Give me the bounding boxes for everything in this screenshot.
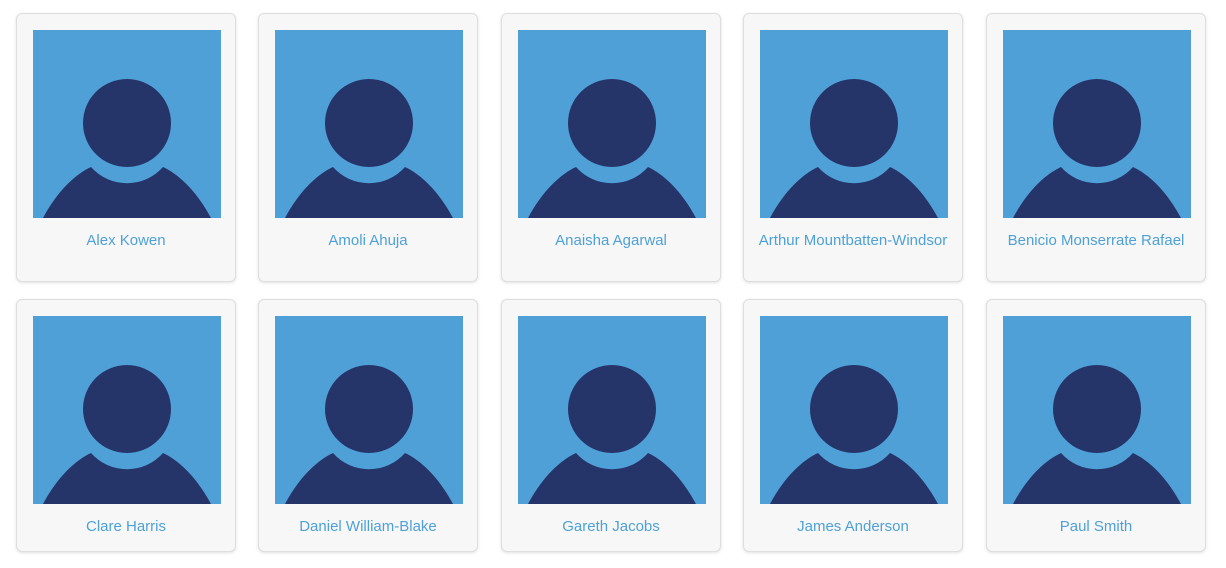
person-card[interactable]: Gareth Jacobs <box>501 299 721 552</box>
person-name-link[interactable]: Amoli Ahuja <box>265 233 471 249</box>
user-avatar-icon[interactable] <box>760 316 948 504</box>
person-name-link[interactable]: Alex Kowen <box>23 233 229 249</box>
user-avatar-icon[interactable] <box>275 30 463 218</box>
user-avatar-icon[interactable] <box>760 30 948 218</box>
user-avatar-icon[interactable] <box>518 30 706 218</box>
user-avatar-icon[interactable] <box>33 316 221 504</box>
person-card[interactable]: Daniel William-Blake <box>258 299 478 552</box>
person-name-link[interactable]: Anaisha Agarwal <box>508 233 714 249</box>
user-avatar-icon[interactable] <box>1003 30 1191 218</box>
user-avatar-icon[interactable] <box>1003 316 1191 504</box>
person-card[interactable]: Amoli Ahuja <box>258 13 478 282</box>
person-card[interactable]: James Anderson <box>743 299 963 552</box>
person-name-link[interactable]: Gareth Jacobs <box>508 519 714 535</box>
person-name-link[interactable]: Daniel William-Blake <box>265 519 471 535</box>
user-avatar-icon[interactable] <box>518 316 706 504</box>
person-name-link[interactable]: James Anderson <box>750 519 956 535</box>
person-card[interactable]: Arthur Mountbatten-Windsor <box>743 13 963 282</box>
user-avatar-icon[interactable] <box>275 316 463 504</box>
person-card[interactable]: Alex Kowen <box>16 13 236 282</box>
person-name-link[interactable]: Clare Harris <box>23 519 229 535</box>
person-card[interactable]: Paul Smith <box>986 299 1206 552</box>
person-name-link[interactable]: Benicio Monserrate Rafael <box>993 233 1199 249</box>
person-card[interactable]: Anaisha Agarwal <box>501 13 721 282</box>
people-grid: Alex Kowen Amoli Ahuja Anaisha Agarwal A… <box>0 0 1226 568</box>
person-card[interactable]: Benicio Monserrate Rafael <box>986 13 1206 282</box>
user-avatar-icon[interactable] <box>33 30 221 218</box>
person-name-link[interactable]: Paul Smith <box>993 519 1199 535</box>
person-name-link[interactable]: Arthur Mountbatten-Windsor <box>750 233 956 249</box>
person-card[interactable]: Clare Harris <box>16 299 236 552</box>
